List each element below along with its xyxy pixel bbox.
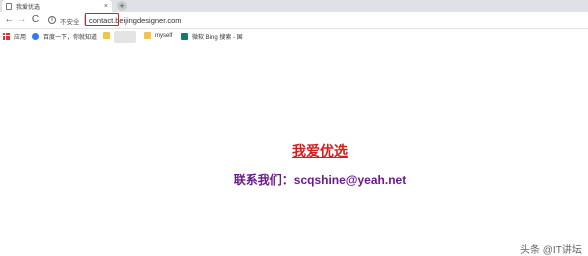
tab-strip: 我爱优选 × + — [0, 0, 588, 12]
bookmark-label: 百度一下，你就知道 — [43, 35, 98, 41]
bookmark-apps[interactable]: 应用 — [3, 32, 26, 41]
paw-icon — [32, 33, 39, 40]
apps-icon — [3, 33, 10, 40]
bing-icon — [181, 33, 188, 40]
bookmark-folder-hidden[interactable] — [103, 32, 114, 39]
folder-icon — [103, 32, 110, 39]
forward-icon[interactable]: → — [16, 14, 27, 26]
contact-text: 联系我们：scqshine@yeah.net — [233, 173, 407, 187]
security-label[interactable]: 不安全 — [60, 16, 80, 26]
bookmark-label: myself — [155, 32, 173, 39]
folder-icon — [144, 32, 151, 39]
watermark: 头条 @IT讲坛 — [520, 245, 582, 256]
bookmark-bing[interactable]: 微软 Bing 搜索 - 国 — [181, 32, 243, 41]
back-icon[interactable]: ← — [4, 14, 15, 26]
bookmark-baidu[interactable]: 百度一下，你就知道 — [32, 32, 97, 41]
browser-tab[interactable]: 我爱优选 × — [2, 0, 112, 12]
bookmark-label: 应用 — [14, 35, 27, 41]
blurred-bookmark — [114, 31, 136, 43]
url-highlight-box — [85, 13, 119, 26]
close-icon[interactable]: × — [104, 3, 108, 10]
bookmarks-bar: 应用 百度一下，你就知道 myself 微软 Bing 搜索 - 国 — [0, 30, 588, 44]
reload-icon[interactable]: C — [30, 14, 41, 26]
new-tab-button[interactable]: + — [117, 1, 127, 11]
page-content: 我爱优选 联系我们：scqshine@yeah.net — [0, 45, 588, 256]
bookmark-myself[interactable]: myself — [144, 32, 172, 39]
page-headline-link[interactable]: 我爱优选 — [0, 141, 588, 161]
info-icon[interactable]: i — [48, 16, 56, 24]
tab-title: 我爱优选 — [16, 4, 41, 11]
bookmark-label: 微软 Bing 搜索 - 国 — [192, 35, 243, 41]
page-icon — [6, 2, 12, 10]
